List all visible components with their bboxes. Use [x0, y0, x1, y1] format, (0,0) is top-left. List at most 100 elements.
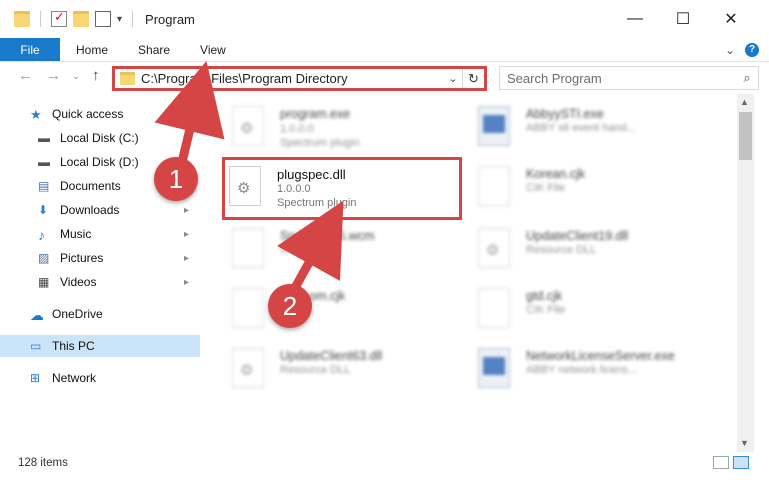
sidebar-item-label: Downloads — [60, 203, 120, 217]
properties-check-icon[interactable] — [51, 9, 67, 27]
file-description: WCM File — [280, 244, 329, 256]
sidebar-item-label: Local Disk (D:) — [60, 155, 139, 169]
address-history-chevron-icon[interactable]: ⌄ — [444, 72, 462, 85]
folder-icon — [14, 11, 30, 27]
address-row: ← → ⌄ ↑ C:\Program Files\Program Directo… — [0, 62, 769, 94]
item-count: 128 items — [18, 457, 68, 469]
highlighted-file-plugspec[interactable]: plugspec.dll 1.0.0.0 Spectrum plugin — [222, 157, 462, 220]
file-description: Resource DLL — [526, 244, 597, 256]
sidebar-item-label: Music — [60, 227, 92, 241]
sidebar-item-label: Documents — [60, 179, 121, 193]
window-bottom-edge — [0, 474, 769, 491]
file-name: NetworkLicenseServer.exe — [526, 349, 675, 363]
file-icon — [232, 288, 264, 328]
divider — [132, 11, 134, 27]
file-version: 1.0.0.0 — [277, 183, 311, 195]
sidebar-item-music[interactable]: ♪ Music ▸ — [38, 223, 204, 245]
dll-gear-icon — [478, 228, 510, 268]
sidebar-item-downloads[interactable]: ⬇ Downloads ▸ — [38, 199, 204, 221]
list-item[interactable]: UpdateClient63.dll Resource DLL — [232, 342, 472, 402]
search-icon[interactable]: ⌕ — [736, 70, 758, 86]
ribbon-right-controls: ⌄ ? — [725, 38, 769, 61]
file-description: CIK File — [526, 182, 566, 194]
file-description: Spectrum plugin — [277, 197, 357, 209]
drive-icon: ▬ — [38, 155, 50, 169]
window-title: Program — [145, 11, 195, 27]
list-item[interactable]: gtd.cjk CIK File — [478, 282, 718, 342]
view-options-icon[interactable] — [95, 11, 111, 27]
list-item[interactable]: program.exe 1.0.0.0 Spectrum plugin — [232, 100, 472, 160]
pin-icon[interactable]: ▸ — [184, 229, 189, 240]
sidebar-item-label: This PC — [52, 339, 95, 353]
file-icon — [478, 166, 510, 206]
refresh-icon[interactable]: ↻ — [462, 69, 484, 88]
file-list: program.exe 1.0.0.0 Spectrum plugin Abby… — [204, 94, 737, 452]
details-view-icon[interactable] — [713, 456, 729, 469]
scroll-down-arrow-icon[interactable]: ▼ — [740, 438, 749, 448]
sidebar-item-videos[interactable]: ▦ Videos ▸ — [38, 271, 204, 293]
list-item[interactable]: UpdateClient19.dll Resource DLL — [478, 222, 718, 282]
sidebar-item-network[interactable]: ⊞ Network — [30, 367, 96, 389]
status-bar: 128 items — [0, 452, 769, 474]
tab-home[interactable]: Home — [60, 38, 123, 61]
up-arrow-icon[interactable]: ↑ — [92, 67, 100, 84]
pin-icon[interactable]: ▸ — [184, 205, 189, 216]
minimize-button[interactable]: — — [612, 0, 658, 38]
tab-share[interactable]: Share — [123, 38, 185, 61]
downloads-icon: ⬇ — [38, 203, 49, 217]
file-name: Snd·····P15.wcm — [280, 229, 375, 243]
sidebar-item-label: Network — [52, 371, 97, 385]
list-item[interactable]: plugspec.dll 1.0.0.0 Spectrum plugin — [229, 160, 469, 220]
back-arrow-icon[interactable]: ← — [18, 67, 33, 84]
address-path[interactable]: C:\Program Files\Program Directory — [141, 71, 444, 86]
scroll-up-arrow-icon[interactable]: ▲ — [740, 97, 749, 107]
videos-icon: ▦ — [38, 275, 50, 289]
list-item[interactable]: AbbyySTI.exe ABBY sti event hand... — [478, 100, 718, 160]
new-folder-icon[interactable] — [73, 11, 89, 27]
list-item[interactable]: NetworkLicenseServer.exe ABBY network li… — [478, 342, 718, 402]
forward-arrow-icon[interactable]: → — [46, 67, 61, 84]
pin-icon[interactable]: ▸ — [184, 277, 189, 288]
file-description: Spectrum plugin — [280, 137, 360, 149]
sidebar-item-local-disk-c[interactable]: ▬ Local Disk (C:) — [38, 127, 204, 149]
sidebar-item-pictures[interactable]: ▨ Pictures ▸ — [38, 247, 204, 269]
file-description: ABBY sti event hand... — [526, 122, 636, 134]
folder-icon — [120, 72, 135, 85]
pin-icon[interactable]: ▸ — [184, 253, 189, 264]
sidebar-item-label: OneDrive — [52, 307, 103, 321]
dll-gear-icon — [229, 166, 261, 206]
maximize-button[interactable]: ☐ — [660, 0, 706, 38]
pictures-icon: ▨ — [38, 251, 50, 265]
sidebar-item-label: Pictures — [60, 251, 104, 265]
view-toggle — [713, 456, 749, 469]
sidebar-item-quick-access[interactable]: ★ Quick access — [30, 103, 123, 125]
expand-ribbon-chevron-icon[interactable]: ⌄ — [725, 43, 735, 57]
exe-icon — [232, 106, 264, 146]
recent-locations-chevron-icon[interactable]: ⌄ — [72, 71, 80, 82]
address-bar[interactable]: C:\Program Files\Program Directory ⌄ ↻ — [112, 66, 487, 91]
list-item[interactable]: Snd·····P15.wcm WCM File — [232, 222, 472, 282]
sidebar-item-label: Local Disk (C:) — [60, 131, 139, 145]
file-name: Korean.cjk — [526, 167, 586, 181]
documents-icon: ▤ — [38, 179, 50, 193]
title-bar: ▾ Program — ☐ ✕ — [0, 0, 769, 38]
search-input[interactable]: Search Program ⌕ — [499, 66, 759, 90]
help-icon[interactable]: ? — [745, 42, 759, 57]
this-pc-icon: ▭ — [30, 339, 42, 353]
file-description: ABBY network licens... — [526, 364, 638, 376]
file-icon — [232, 228, 264, 268]
customize-toolbar-chevron-icon[interactable]: ▾ — [117, 14, 122, 25]
close-button[interactable]: ✕ — [708, 0, 754, 38]
sidebar-item-label: Videos — [60, 275, 97, 289]
file-name: AbbyySTI.exe — [526, 107, 604, 121]
tab-view[interactable]: View — [185, 38, 241, 61]
tiles-view-icon[interactable] — [733, 456, 749, 469]
file-name: gtd.cjk — [526, 289, 563, 303]
sidebar-item-this-pc[interactable]: ▭ This PC — [0, 335, 200, 357]
tab-file[interactable]: File — [0, 38, 60, 61]
sidebar-item-onedrive[interactable]: ☁ OneDrive — [30, 303, 103, 325]
list-item[interactable]: Korean.cjk CIK File — [478, 160, 718, 220]
vertical-scrollbar[interactable]: ▲ ▼ — [737, 94, 754, 452]
file-description: CIK File — [526, 304, 566, 316]
scrollbar-thumb[interactable] — [739, 112, 752, 160]
